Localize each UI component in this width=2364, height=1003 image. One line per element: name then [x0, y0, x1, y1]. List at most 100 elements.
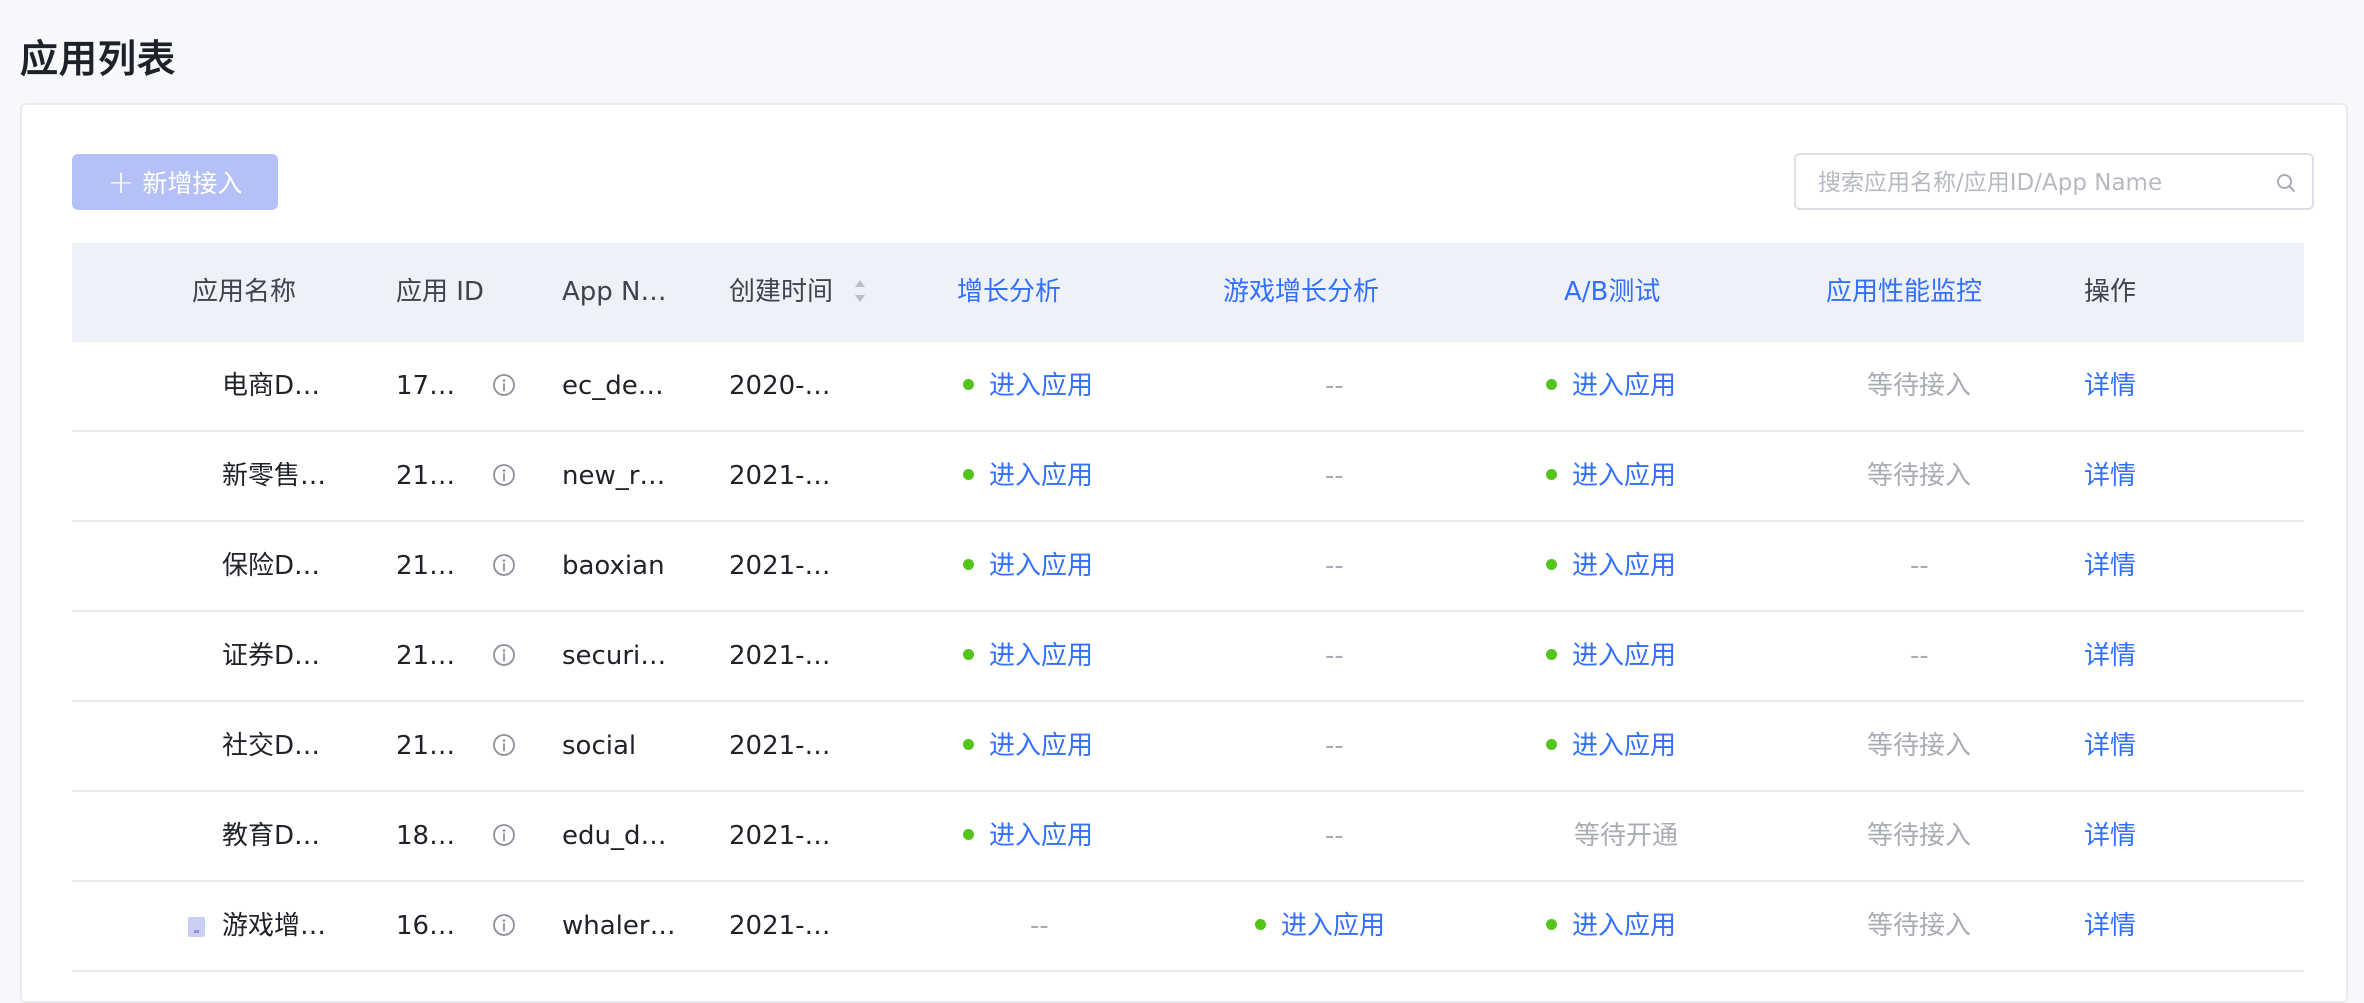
cell-created: 2021-…	[729, 461, 831, 491]
cell-app-id: 17…	[396, 371, 456, 401]
cell-apm: 等待接入	[1867, 792, 1971, 880]
cell-apm-label: 等待接入	[1867, 821, 1972, 851]
details-link[interactable]: 详情	[2084, 792, 2136, 880]
cell-app-name-en: edu_d…	[562, 821, 667, 851]
details-link[interactable]: 详情	[2084, 522, 2136, 610]
cell-app-name: 证券D…	[222, 641, 321, 671]
details-link[interactable]: 详情	[2084, 342, 2136, 430]
cell-apm: --	[1910, 612, 1929, 700]
info-icon[interactable]	[492, 553, 516, 577]
cell-app-name: 新零售…	[222, 461, 327, 491]
col-header-created[interactable]: 创建时间	[729, 243, 867, 342]
cell-growth[interactable]: 进入应用	[963, 792, 1093, 880]
table-row: 电商D… 17… ec_de… 2020-… 进入应用 -- 进入应用 等待接入 详情	[72, 342, 2304, 432]
plus-icon: +	[107, 163, 135, 201]
cell-growth[interactable]: 进入应用	[963, 432, 1093, 520]
cell-game-growth[interactable]: 进入应用	[1255, 882, 1385, 970]
col-header-created-label: 创建时间	[729, 277, 834, 307]
cell-app-id: 16…	[396, 911, 456, 941]
cell-app-name-en: ec_de…	[562, 371, 664, 401]
status-dot-icon	[963, 469, 974, 480]
cell-apm: 等待接入	[1867, 882, 1971, 970]
cell-ab-test-label: 进入应用	[1572, 911, 1677, 941]
cell-growth[interactable]: 进入应用	[963, 702, 1093, 790]
cell-growth: --	[1030, 882, 1049, 970]
cell-ab-test[interactable]: 进入应用	[1546, 882, 1676, 970]
cell-growth-label: 进入应用	[989, 461, 1094, 491]
cell-growth[interactable]: 进入应用	[963, 522, 1093, 610]
cell-game-growth: --	[1325, 612, 1344, 700]
cell-created: 2021-…	[729, 911, 831, 941]
cell-app-name-en: whaler…	[562, 911, 676, 941]
cell-growth-label: --	[1030, 911, 1049, 941]
cell-apm: 等待接入	[1867, 432, 1971, 520]
cell-game-growth: --	[1325, 342, 1344, 430]
status-dot-icon	[1546, 649, 1557, 660]
info-icon[interactable]	[492, 823, 516, 847]
add-integration-label: 新增接入	[142, 169, 243, 198]
cell-ab-test-label: 进入应用	[1572, 641, 1677, 671]
cell-apm-label: 等待接入	[1867, 371, 1972, 401]
info-icon[interactable]	[492, 463, 516, 487]
info-icon[interactable]	[492, 733, 516, 757]
cell-ab-test-label: 进入应用	[1572, 731, 1677, 761]
cell-ab-test[interactable]: 进入应用	[1546, 522, 1676, 610]
info-icon[interactable]	[492, 373, 516, 397]
search-icon[interactable]	[2274, 171, 2298, 195]
search-input[interactable]	[1816, 155, 2260, 210]
status-dot-icon	[1546, 469, 1557, 480]
cell-game-growth-label: 进入应用	[1281, 911, 1386, 941]
sort-icon[interactable]	[853, 277, 867, 305]
table-row: 保险D… 21… baoxian 2021-… 进入应用 -- 进入应用 -- 详情	[72, 522, 2304, 612]
table-row: 游戏增… 16… whaler… 2021-… -- 进入应用 进入应用 等待接入 详情	[72, 882, 2304, 972]
col-header-game-growth[interactable]: 游戏增长分析	[1223, 243, 1379, 342]
cell-ab-test[interactable]: 进入应用	[1546, 342, 1676, 430]
table-row: 教育D… 18… edu_d… 2021-… 进入应用 -- 等待开通 等待接入 详情	[72, 792, 2304, 882]
cell-apm: 等待接入	[1867, 342, 1971, 430]
details-link[interactable]: 详情	[2084, 612, 2136, 700]
cell-ab-test-label: 进入应用	[1572, 371, 1677, 401]
cell-ab-test[interactable]: 进入应用	[1546, 612, 1676, 700]
cell-app-id: 21…	[396, 641, 456, 671]
cell-app-name: 保险D…	[222, 551, 321, 581]
cell-growth-label: 进入应用	[989, 371, 1094, 401]
cell-apm: 等待接入	[1867, 702, 1971, 790]
cell-created: 2021-…	[729, 731, 831, 761]
app-list-card: + 新增接入 应用名称 应用 ID App N… 创建时间 增长分析 游戏增长分…	[20, 103, 2348, 1003]
cell-growth[interactable]: 进入应用	[963, 612, 1093, 700]
cell-game-growth: --	[1325, 702, 1344, 790]
status-dot-icon	[963, 829, 974, 840]
search-box[interactable]	[1794, 153, 2314, 210]
cell-created: 2021-…	[729, 551, 831, 581]
details-link[interactable]: 详情	[2084, 702, 2136, 790]
info-icon[interactable]	[492, 643, 516, 667]
table-body: 电商D… 17… ec_de… 2020-… 进入应用 -- 进入应用 等待接入 详情 新零售… 2…	[72, 342, 2304, 972]
details-link[interactable]: 详情	[2084, 432, 2136, 520]
status-dot-icon	[963, 379, 974, 390]
table-row: 社交D… 21… social 2021-… 进入应用 -- 进入应用 等待接入 详情	[72, 702, 2304, 792]
col-header-app-name: 应用名称	[192, 277, 297, 307]
cell-game-growth: --	[1325, 792, 1344, 880]
cell-game-growth-label: --	[1325, 821, 1344, 851]
status-dot-icon	[1255, 919, 1266, 930]
col-header-apm[interactable]: 应用性能监控	[1826, 243, 1982, 342]
cell-app-name-en: securi…	[562, 641, 667, 671]
page-title: 应用列表	[20, 37, 177, 81]
cell-apm-label: 等待接入	[1867, 731, 1972, 761]
status-dot-icon	[963, 739, 974, 750]
cell-ab-test[interactable]: 进入应用	[1546, 702, 1676, 790]
cell-growth[interactable]: 进入应用	[963, 342, 1093, 430]
cell-app-name: 教育D…	[222, 821, 321, 851]
cell-created: 2021-…	[729, 641, 831, 671]
col-header-ab-test[interactable]: A/B测试	[1564, 243, 1660, 342]
cell-created: 2020-…	[729, 371, 831, 401]
add-integration-button[interactable]: + 新增接入	[72, 154, 278, 210]
app-table: 应用名称 应用 ID App N… 创建时间 增长分析 游戏增长分析 A/B测试…	[72, 243, 2304, 972]
cell-apm: --	[1910, 522, 1929, 610]
cell-ab-test-label: 进入应用	[1572, 461, 1677, 491]
cell-game-growth: --	[1325, 432, 1344, 520]
cell-ab-test[interactable]: 进入应用	[1546, 432, 1676, 520]
col-header-growth[interactable]: 增长分析	[957, 243, 1061, 342]
details-link[interactable]: 详情	[2084, 882, 2136, 970]
info-icon[interactable]	[492, 913, 516, 937]
